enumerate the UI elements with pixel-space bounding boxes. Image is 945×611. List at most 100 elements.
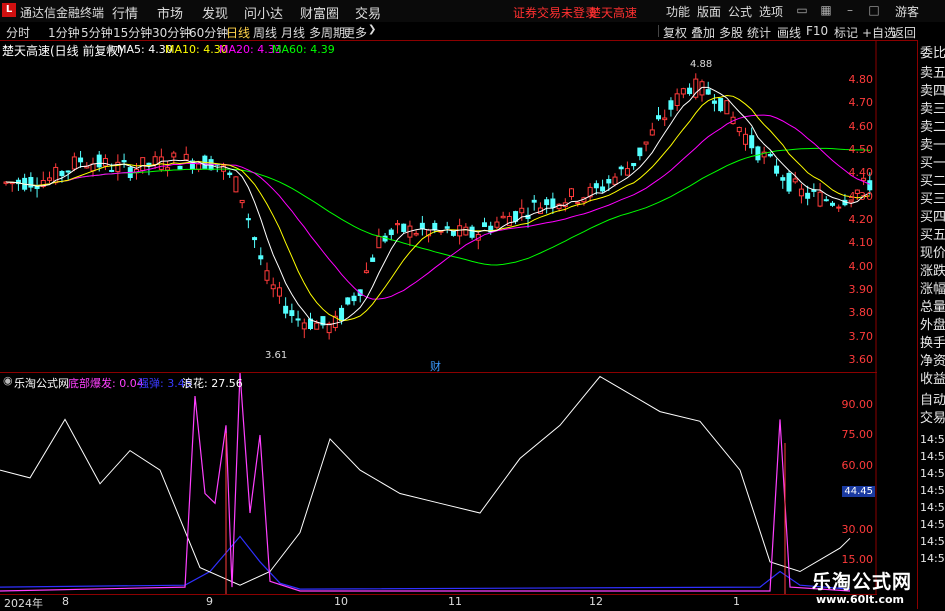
tab-multi-period[interactable]: 多周期 — [309, 24, 345, 41]
candle-body — [519, 207, 525, 214]
candle-body — [674, 93, 680, 107]
tab-monthly[interactable]: 月线 — [281, 24, 305, 41]
tab-timeshare[interactable]: 分时 — [6, 24, 30, 41]
candle-body — [513, 211, 519, 222]
maximize-icon[interactable]: □ — [866, 2, 882, 18]
candle-body — [836, 206, 842, 209]
login-notice[interactable]: 证券交易未登录 — [513, 4, 597, 21]
candle-body — [575, 201, 581, 205]
candle-body — [600, 186, 606, 192]
candle-body — [457, 225, 463, 237]
stock-title: 楚天高速(日线 前复权) — [2, 44, 124, 58]
f10-button[interactable]: F10 — [806, 24, 828, 38]
price-tick: 4.10 — [848, 236, 874, 249]
side-item: 委比 — [920, 46, 945, 61]
skin-icon[interactable]: ▦ — [818, 2, 834, 18]
stats-button[interactable]: 统计 — [747, 24, 771, 41]
quote-side-panel[interactable]: 委比 卖五 卖四 卖三 卖二 卖一 买一 买二 买三 买四 买五 现价 涨跌 涨… — [917, 40, 945, 609]
menu-wealth[interactable]: 财富圈 — [300, 3, 339, 22]
chevron-right-icon[interactable]: ❯ — [368, 24, 376, 35]
watermark-title: 乐淘公式网 — [812, 571, 913, 593]
price-tick: 3.60 — [848, 353, 874, 366]
candle-body — [444, 226, 450, 229]
candle-body — [631, 162, 637, 167]
price-tick: 4.40 — [848, 166, 874, 179]
price-tick: 4.00 — [848, 260, 874, 273]
tab-15min[interactable]: 15分钟 — [113, 24, 152, 41]
candle-body — [351, 295, 357, 302]
restore-icon[interactable]: ▭ — [794, 2, 810, 18]
menu-layout[interactable]: 版面 — [697, 3, 721, 20]
candle-body — [606, 179, 612, 184]
menu-trade[interactable]: 交易 — [355, 3, 381, 22]
trade-time: 14:56 — [920, 518, 945, 531]
adjust-button[interactable]: 复权 — [663, 24, 687, 41]
trade-time: 14:56 — [920, 450, 945, 463]
trade-time: 14:56 — [920, 501, 945, 514]
time-tick: 9 — [206, 595, 213, 608]
side-item: 卖四 — [920, 84, 945, 99]
current-value-badge: 44.45 — [842, 486, 875, 497]
candle-body — [413, 232, 419, 236]
candle-body — [276, 287, 282, 297]
menu-market[interactable]: 市场 — [157, 3, 183, 22]
mark-button[interactable]: 标记 — [834, 24, 858, 41]
kline-chart[interactable] — [0, 40, 877, 372]
back-button[interactable]: 返回 — [892, 24, 916, 41]
overlay-button[interactable]: 叠加 — [691, 24, 715, 41]
user-label[interactable]: 游客 — [895, 3, 919, 20]
settings-circle-icon[interactable]: ◉ — [106, 42, 116, 55]
candle-body — [637, 147, 643, 157]
wave-line — [0, 375, 851, 586]
high-price-label: 4.88 — [690, 59, 713, 70]
side-item: 收益 — [920, 372, 945, 387]
candle-body — [252, 237, 258, 241]
tab-daily[interactable]: 日线 — [226, 24, 250, 41]
candle-body — [376, 236, 382, 249]
candle-body — [109, 169, 115, 172]
side-item: 买二 — [920, 174, 945, 189]
candle-body — [612, 176, 618, 185]
time-tick: 8 — [62, 595, 69, 608]
candle-body — [593, 183, 599, 189]
menu-formula[interactable]: 公式 — [728, 3, 752, 20]
candle-body — [121, 160, 127, 163]
tab-more[interactable]: 更多 — [343, 24, 367, 41]
tab-30min[interactable]: 30分钟 — [152, 24, 191, 41]
tab-1min[interactable]: 1分钟 — [48, 24, 80, 41]
kline-panel[interactable]: 楚天高速(日线 前复权) ◉ MA5: 4.30 MA10: 4.30 MA20… — [0, 40, 877, 373]
indicator-panel[interactable]: ◉ 乐淘公式网 底部爆发: 0.04 强弹: 3.46 浪花: 27.56 90… — [0, 372, 877, 595]
add-favorite-button[interactable]: +自选 — [862, 24, 896, 41]
ma5-line — [5, 86, 871, 326]
multi-stock-button[interactable]: 多股 — [719, 24, 743, 41]
indicator-chart[interactable] — [0, 372, 877, 595]
candle-body — [736, 126, 742, 133]
candle-body — [270, 284, 276, 290]
side-item: 净资 — [920, 354, 945, 369]
side-item: 卖二 — [920, 120, 945, 135]
candle-body — [867, 180, 873, 191]
indicator-name: 乐淘公式网 — [14, 377, 69, 390]
tab-5min[interactable]: 5分钟 — [81, 24, 113, 41]
ma20-line — [5, 114, 871, 300]
settings-circle-icon[interactable]: ◉ — [3, 374, 13, 387]
tab-weekly[interactable]: 周线 — [253, 24, 277, 41]
menu-options[interactable]: 选项 — [759, 3, 783, 20]
candle-body — [531, 199, 537, 203]
menu-discover[interactable]: 发现 — [202, 3, 228, 22]
tab-60min[interactable]: 60分钟 — [189, 24, 228, 41]
time-tick: 1 — [733, 595, 740, 608]
candle-body — [662, 117, 668, 121]
auto-trade-label[interactable]: 自动 — [920, 393, 945, 408]
trade-label[interactable]: 交易 — [920, 411, 945, 426]
menu-ask[interactable]: 问小达 — [244, 3, 283, 22]
candle-body — [47, 177, 52, 181]
menu-quotes[interactable]: 行情 — [112, 3, 138, 22]
period-toolbar: 分时 1分钟 5分钟 15分钟 30分钟 60分钟 日线 周线 月线 多周期 更… — [0, 22, 945, 41]
candle-body — [550, 198, 556, 208]
candle-body — [71, 156, 77, 170]
menu-function[interactable]: 功能 — [666, 3, 690, 20]
draw-line-button[interactable]: 画线 — [777, 24, 801, 41]
minimize-icon[interactable]: – — [842, 2, 858, 18]
candle-body — [258, 255, 264, 260]
